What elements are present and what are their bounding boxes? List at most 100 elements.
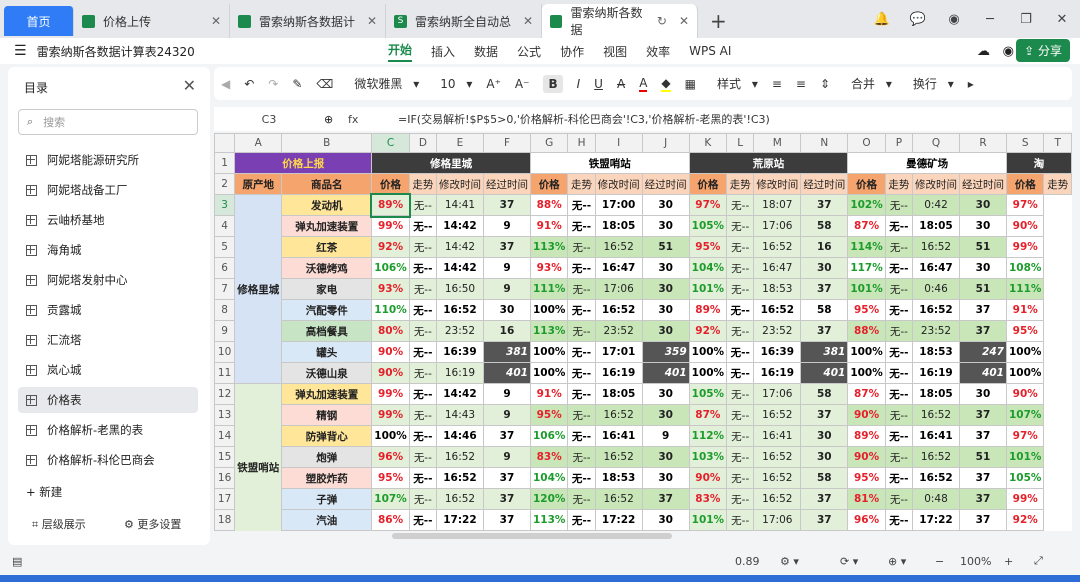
row-header[interactable]: 6 xyxy=(214,257,236,279)
data-cell[interactable]: 105% xyxy=(1005,467,1045,489)
valign-icon[interactable]: ⇕ xyxy=(820,77,830,91)
data-cell[interactable]: 16:52 xyxy=(594,446,643,468)
data-cell[interactable]: 无-- xyxy=(567,383,596,405)
data-cell[interactable]: 87% xyxy=(847,215,886,237)
data-cell[interactable]: 16:52 xyxy=(594,488,643,510)
data-cell[interactable]: 0:46 xyxy=(911,278,960,300)
data-cell[interactable] xyxy=(641,530,690,531)
minimize-icon[interactable]: ─ xyxy=(972,12,1008,27)
strikethrough-icon[interactable]: A xyxy=(617,77,625,91)
data-cell[interactable]: 无-- xyxy=(726,236,755,258)
product-cell[interactable]: 子弹 xyxy=(281,488,373,510)
price-col-header[interactable]: 价格 xyxy=(847,173,886,195)
column-header[interactable]: I xyxy=(594,133,643,153)
data-cell[interactable]: 37 xyxy=(800,278,849,300)
column-header[interactable]: T xyxy=(1043,133,1072,153)
data-cell[interactable]: 95% xyxy=(529,404,569,426)
data-cell[interactable]: 16:52 xyxy=(911,299,960,321)
tab-doc-2[interactable]: 雷索纳斯各数据计 ✕ xyxy=(230,4,386,38)
data-cell[interactable] xyxy=(1005,530,1045,531)
zoom-in-icon[interactable]: + xyxy=(1004,555,1013,568)
column-header[interactable]: O xyxy=(847,133,886,153)
trend-col-header[interactable]: 走势 xyxy=(567,173,596,195)
decrease-font-icon[interactable]: A⁻ xyxy=(515,77,530,91)
data-cell[interactable]: 14:42 xyxy=(435,257,484,279)
data-cell[interactable]: 381 xyxy=(482,341,531,363)
data-cell[interactable]: 89% xyxy=(688,299,728,321)
data-cell[interactable]: 30 xyxy=(641,467,690,489)
data-cell[interactable]: 30 xyxy=(641,299,690,321)
data-cell[interactable]: 无-- xyxy=(567,194,596,216)
row-header[interactable]: 9 xyxy=(214,320,236,342)
data-cell[interactable]: 105% xyxy=(688,383,728,405)
data-cell[interactable]: 107% xyxy=(371,488,410,510)
column-header[interactable]: R xyxy=(958,133,1007,153)
undo-icon[interactable]: ↶ xyxy=(244,77,254,91)
product-cell[interactable]: 沃德烤鸡 xyxy=(281,257,373,279)
data-cell[interactable]: 16:52 xyxy=(594,404,643,426)
data-cell[interactable]: 无-- xyxy=(408,467,437,489)
fx-icon[interactable]: fx xyxy=(348,113,398,126)
data-cell[interactable]: 17:00 xyxy=(594,194,643,216)
data-cell[interactable]: 23:52 xyxy=(435,320,484,342)
row-header[interactable]: 19 xyxy=(214,530,236,531)
data-cell[interactable]: 30 xyxy=(958,257,1007,279)
data-cell[interactable]: 18:05 xyxy=(594,215,643,237)
data-cell[interactable]: 58 xyxy=(800,299,849,321)
column-header[interactable]: D xyxy=(408,133,437,153)
row-header[interactable]: 13 xyxy=(214,404,236,426)
data-cell[interactable]: 100% xyxy=(529,362,569,384)
data-cell[interactable]: 无-- xyxy=(726,299,755,321)
product-cell[interactable]: 高档餐具 xyxy=(281,320,373,342)
data-cell[interactable]: 无-- xyxy=(884,194,913,216)
data-cell[interactable]: 17:06 xyxy=(753,509,802,531)
product-cell[interactable]: 罐头 xyxy=(281,341,373,363)
data-cell[interactable]: 83% xyxy=(688,488,728,510)
data-cell[interactable]: 无-- xyxy=(884,341,913,363)
sidebar-item[interactable]: 价格解析-老黑的表 xyxy=(18,417,198,443)
data-cell[interactable]: 无-- xyxy=(726,215,755,237)
user-avatar[interactable]: ◉ xyxy=(1003,44,1014,59)
data-cell[interactable]: 16:52 xyxy=(911,446,960,468)
data-cell[interactable]: 16:19 xyxy=(435,362,484,384)
data-cell[interactable]: 103% xyxy=(688,446,728,468)
data-cell[interactable]: 无-- xyxy=(884,236,913,258)
data-cell[interactable]: 无-- xyxy=(408,257,437,279)
data-cell[interactable]: 16:52 xyxy=(911,236,960,258)
data-cell[interactable]: 14:41 xyxy=(435,194,484,216)
data-cell[interactable]: 无-- xyxy=(726,425,755,447)
add-tab-icon[interactable]: + xyxy=(698,4,739,38)
data-cell[interactable]: 58 xyxy=(800,467,849,489)
column-header[interactable]: Q xyxy=(911,133,960,153)
data-cell[interactable]: 16:52 xyxy=(594,236,643,258)
data-cell[interactable]: 16:52 xyxy=(435,446,484,468)
row-header[interactable]: 18 xyxy=(214,509,236,531)
data-cell[interactable]: 17:22 xyxy=(435,509,484,531)
data-cell[interactable]: 112% xyxy=(688,425,728,447)
data-cell[interactable]: 9 xyxy=(482,278,531,300)
menu-view[interactable]: 视图 xyxy=(603,43,627,60)
data-cell[interactable]: 247 xyxy=(958,341,1007,363)
data-cell[interactable]: 无-- xyxy=(567,362,596,384)
data-cell[interactable]: 16:47 xyxy=(594,257,643,279)
data-cell[interactable]: 无-- xyxy=(884,299,913,321)
data-cell[interactable]: 93% xyxy=(371,278,410,300)
data-cell[interactable]: 9 xyxy=(482,383,531,405)
data-cell[interactable]: 37 xyxy=(958,299,1007,321)
data-cell[interactable]: 16:39 xyxy=(753,341,802,363)
data-cell[interactable]: 16:52 xyxy=(435,467,484,489)
data-cell[interactable]: 9 xyxy=(482,446,531,468)
data-cell[interactable]: 16 xyxy=(482,320,531,342)
fullscreen-icon[interactable]: ⤢ xyxy=(1034,554,1043,568)
tab-doc-3[interactable]: S 雷索纳斯全自动总 ✕ xyxy=(386,4,542,38)
data-cell[interactable]: 95% xyxy=(371,467,410,489)
data-cell[interactable]: 359 xyxy=(641,341,690,363)
data-cell[interactable]: 37 xyxy=(800,194,849,216)
data-cell[interactable]: 101% xyxy=(847,278,886,300)
data-cell[interactable]: 99% xyxy=(371,404,410,426)
data-cell[interactable]: 401 xyxy=(641,362,690,384)
data-cell[interactable]: 37 xyxy=(800,320,849,342)
data-cell[interactable]: 89% xyxy=(369,192,412,218)
close-icon[interactable]: ✕ xyxy=(671,14,689,28)
close-icon[interactable]: ✕ xyxy=(203,14,221,28)
